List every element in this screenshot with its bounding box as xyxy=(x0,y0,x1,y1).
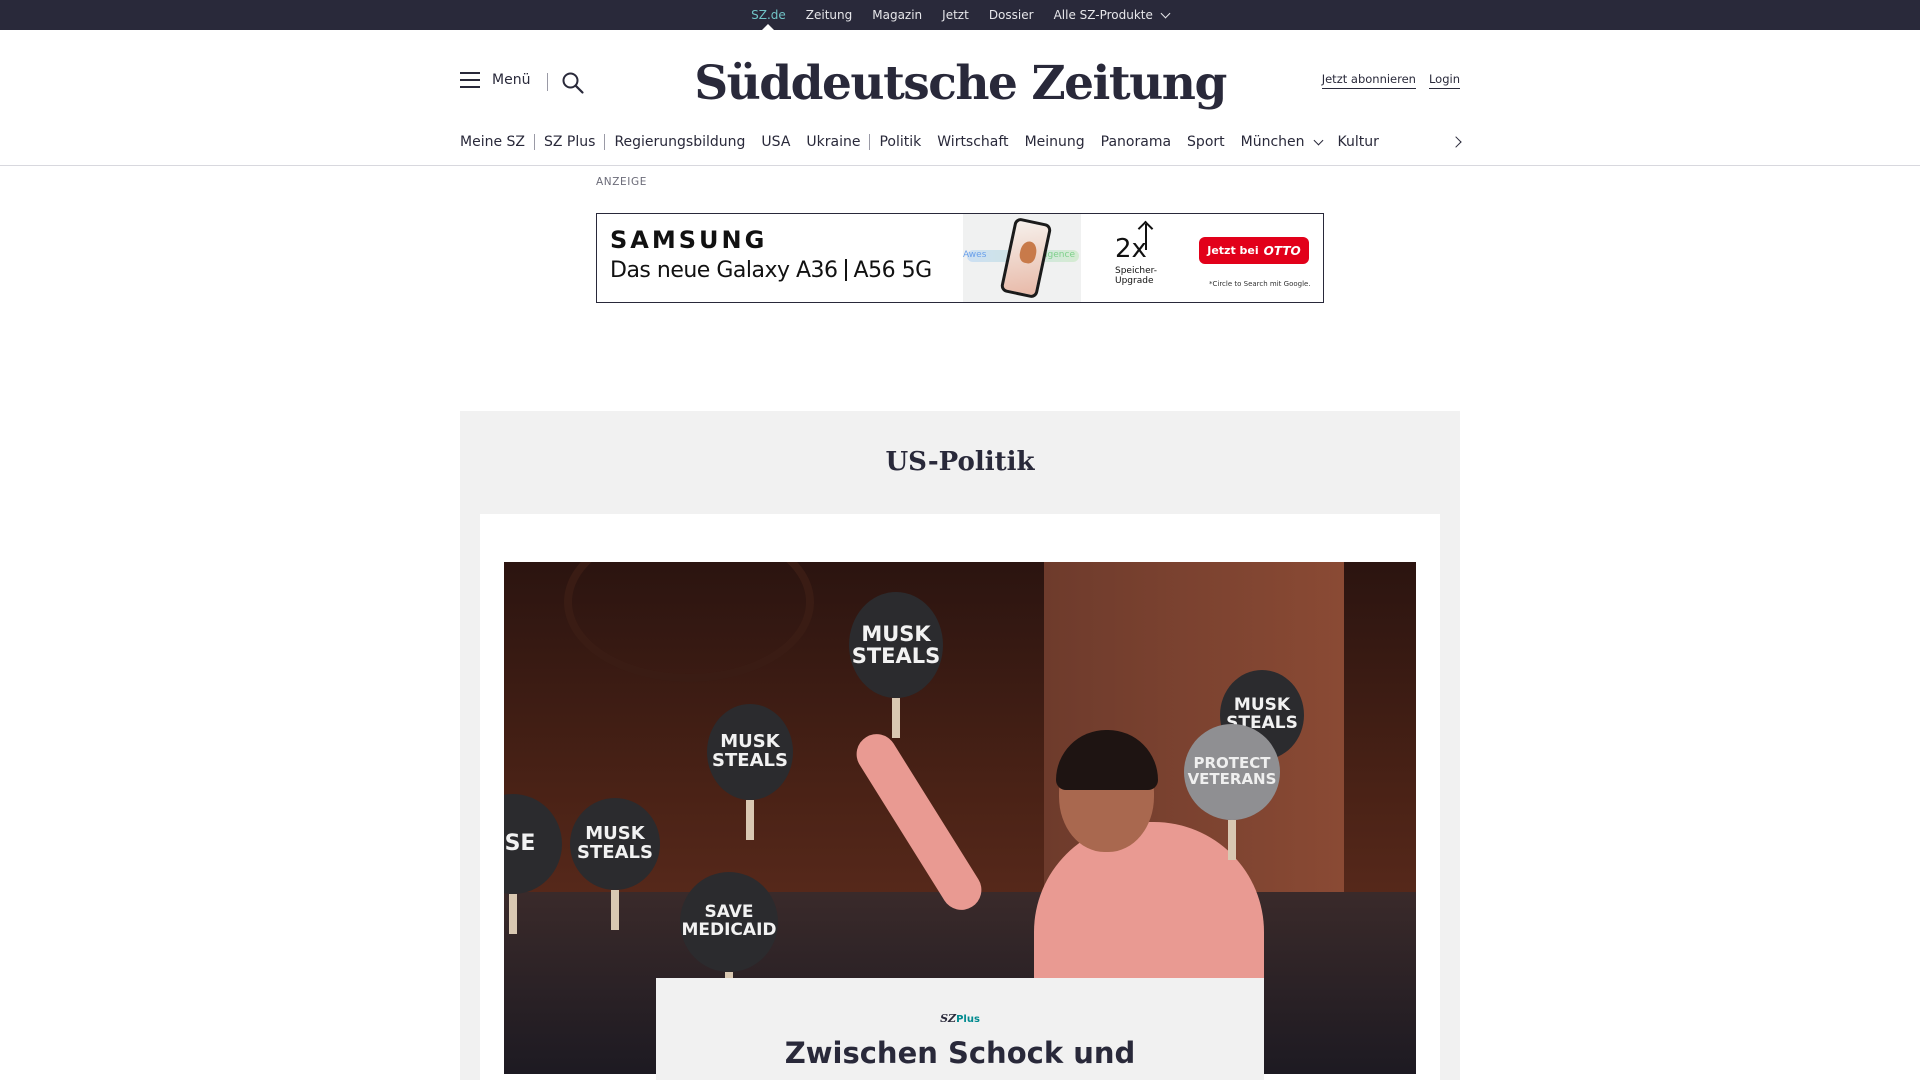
nav-item-panorama[interactable]: Panorama xyxy=(1101,134,1171,150)
ad-upgrade-line1: Speicher- xyxy=(1115,266,1158,276)
topbar-link-label: Magazin xyxy=(872,8,923,22)
chevron-down-icon xyxy=(1160,8,1171,18)
nav-item-kultur[interactable]: Kultur xyxy=(1338,134,1379,150)
nav-item-sport[interactable]: Sport xyxy=(1187,134,1225,150)
ad-label: ANZEIGE xyxy=(596,176,647,188)
topbar-link-label: SZ.de xyxy=(751,8,786,22)
topbar-link-jetzt[interactable]: Jetzt xyxy=(942,0,969,30)
sign-text-line1: LSE xyxy=(504,831,536,857)
site-logo[interactable]: Süddeutsche Zeitung xyxy=(694,48,1227,118)
ad-headline: Das neue Galaxy A36 A56 5G xyxy=(610,258,932,283)
ressort-nav: Meine SZ SZ Plus Regierungsbildung USA U… xyxy=(460,130,1379,154)
topbar-link-label: Dossier xyxy=(988,8,1034,22)
protest-sign: MUSK STEALS xyxy=(849,592,943,738)
topbar-link-label: Jetzt xyxy=(942,8,969,22)
teaser-box[interactable]: SZPlus Zwischen Schock und xyxy=(656,978,1264,1080)
nav-divider xyxy=(534,134,535,150)
nav-item-usa[interactable]: USA xyxy=(761,134,790,150)
ad-headline-model-b: A56 5G xyxy=(853,258,933,283)
protest-sign: MUSK STEALS xyxy=(570,798,660,930)
ad-upgrade-big: 2x xyxy=(1115,234,1147,264)
protest-sign: PROTECT VETERANS xyxy=(1184,724,1280,860)
nav-item-politik[interactable]: Politik xyxy=(879,134,921,150)
protest-sign: MUSK STEALS xyxy=(707,704,793,840)
sign-text-line1: MUSK xyxy=(585,823,645,845)
site-header: Menü Süddeutsche Zeitung Jetzt abonniere… xyxy=(0,30,1920,166)
nav-item-meinung[interactable]: Meinung xyxy=(1025,134,1085,150)
nav-item-label: München xyxy=(1240,134,1305,150)
menu-button[interactable]: Menü xyxy=(460,72,530,88)
sign-text-line2: STEALS xyxy=(577,842,653,863)
topbar-link-label: Alle SZ-Produkte xyxy=(1053,8,1153,22)
ad-upgrade-line2: Upgrade xyxy=(1115,276,1154,286)
account-links: Jetzt abonnieren Login xyxy=(1321,72,1460,89)
ad-headline-model-a: Das neue Galaxy A36 xyxy=(610,258,838,283)
nav-divider xyxy=(604,134,606,150)
sign-text-line1: MUSK xyxy=(720,731,780,753)
ad-fine-print: *Circle to Search mit Google. xyxy=(1209,280,1311,288)
protest-sign: SAVE MEDICAID xyxy=(680,872,778,1012)
us-politik-section: US-Politik MUSK STEALS MUSK STEALS MUSK STE… xyxy=(460,411,1460,1080)
sign-text-line1: MUSK xyxy=(861,621,931,646)
topbar-link-dossier[interactable]: Dossier xyxy=(989,0,1034,30)
ad-cta-label: Jetzt bei xyxy=(1207,244,1259,257)
sz-plus-badge-sz: SZ xyxy=(940,1012,957,1025)
ad-phone-text-left: Awes xyxy=(963,250,987,260)
hamburger-icon xyxy=(460,72,480,88)
ad-upgrade-text: Speicher- Upgrade xyxy=(1115,266,1157,286)
nav-item-regierungsbildung[interactable]: Regierungsbildung xyxy=(614,134,745,150)
ad-cta-button[interactable]: Jetzt bei OTTO xyxy=(1199,237,1309,264)
topbar-link-szde[interactable]: SZ.de xyxy=(751,0,786,30)
nav-item-ukraine[interactable]: Ukraine xyxy=(806,134,860,150)
sz-plus-badge-plus: Plus xyxy=(956,1014,980,1025)
subscribe-link[interactable]: Jetzt abonnieren xyxy=(1321,72,1416,89)
login-link[interactable]: Login xyxy=(1428,72,1460,89)
sign-text-line2: VETERANS xyxy=(1187,770,1277,788)
arrow-up-icon xyxy=(1145,224,1147,250)
chevron-down-icon xyxy=(1313,135,1323,145)
menu-label: Menü xyxy=(492,72,531,88)
topbar-link-label: Zeitung xyxy=(805,8,853,22)
nav-item-wirtschaft[interactable]: Wirtschaft xyxy=(937,134,1008,150)
nav-item-meine-sz[interactable]: Meine SZ xyxy=(460,134,525,150)
protest-sign: LSE xyxy=(504,794,562,934)
ad-brand: SAMSUNG xyxy=(610,226,768,254)
nav-item-sz-plus[interactable]: SZ Plus xyxy=(544,134,595,150)
sz-plus-badge: SZPlus xyxy=(656,1012,1264,1025)
topbar-link-magazin[interactable]: Magazin xyxy=(872,0,922,30)
article-headline[interactable]: Zwischen Schock und xyxy=(656,1036,1264,1070)
search-icon xyxy=(562,72,584,94)
sign-text-line2: MEDICAID xyxy=(681,920,777,940)
topbar-link-alle-produkte[interactable]: Alle SZ-Produkte xyxy=(1053,0,1171,30)
sign-text-line2: STEALS xyxy=(851,644,941,668)
sign-text-line2: STEALS xyxy=(712,750,788,771)
nav-item-muenchen[interactable]: München xyxy=(1240,134,1323,150)
article-teaser-card[interactable]: MUSK STEALS MUSK STEALS MUSK STEALS MUSK STE… xyxy=(480,514,1440,1080)
ad-banner[interactable]: SAMSUNG Das neue Galaxy A36 A56 5G Awes e… xyxy=(596,213,1324,303)
nav-divider xyxy=(869,134,871,150)
service-bar: SZ.de Zeitung Magazin Jetzt Dossier Alle… xyxy=(0,0,1920,30)
topbar-link-zeitung[interactable]: Zeitung xyxy=(806,0,852,30)
header-divider xyxy=(547,73,548,91)
chevron-right-icon[interactable] xyxy=(1450,134,1466,150)
search-button[interactable] xyxy=(561,71,585,95)
section-title[interactable]: US-Politik xyxy=(460,447,1460,477)
otto-logo: OTTO xyxy=(1263,243,1301,258)
